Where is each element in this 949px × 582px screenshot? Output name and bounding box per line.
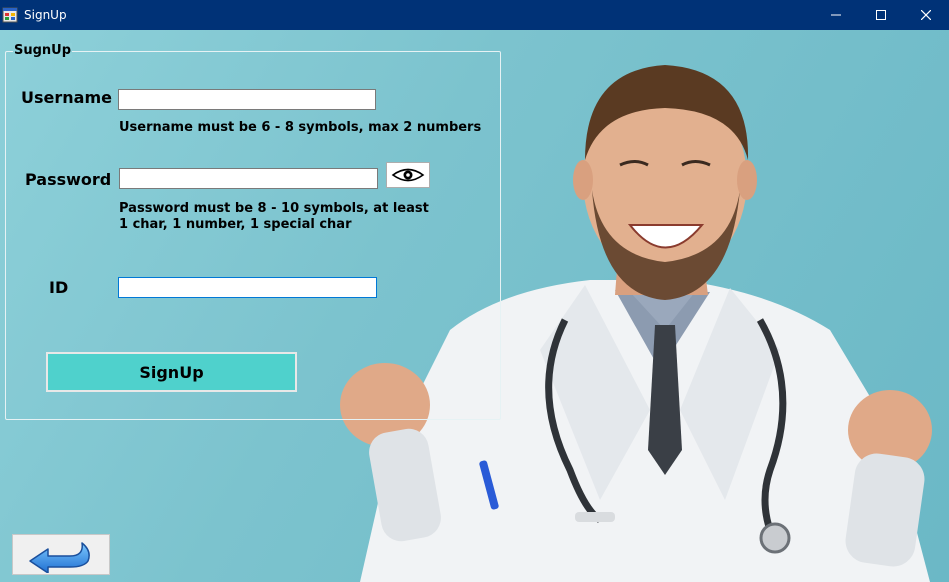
back-arrow-icon — [29, 541, 90, 573]
minimize-button[interactable] — [813, 0, 859, 30]
minimize-icon — [831, 14, 841, 16]
close-icon — [921, 10, 931, 20]
username-label: Username — [21, 88, 112, 107]
password-hint-line1: Password must be 8 - 10 symbols, at leas… — [119, 201, 429, 216]
password-hint-line2: 1 char, 1 number, 1 special char — [119, 217, 352, 232]
back-button[interactable] — [12, 534, 110, 575]
title-bar: SignUp — [0, 0, 949, 30]
app-icon — [2, 7, 18, 23]
show-password-button[interactable] — [386, 162, 430, 188]
maximize-button[interactable] — [858, 0, 904, 30]
username-hint: Username must be 6 - 8 symbols, max 2 nu… — [119, 120, 482, 135]
password-input[interactable] — [119, 168, 378, 189]
username-input[interactable] — [118, 89, 376, 110]
id-label: ID — [49, 278, 69, 297]
password-label: Password — [25, 170, 112, 189]
groupbox-legend: SugnUp — [13, 43, 73, 58]
id-input[interactable] — [118, 277, 377, 298]
signup-button-label: SignUp — [139, 362, 204, 382]
client-area: SugnUp Username Username must be 6 - 8 s… — [0, 30, 949, 582]
close-button[interactable] — [903, 0, 949, 30]
signup-button[interactable]: SignUp — [46, 352, 297, 392]
eye-icon — [391, 168, 425, 182]
maximize-icon — [876, 10, 886, 20]
window-title: SignUp — [24, 8, 67, 22]
